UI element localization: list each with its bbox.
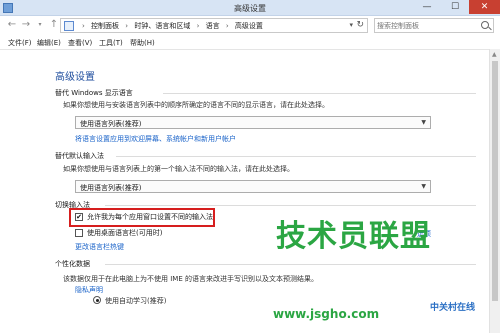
breadcrumb: › 控制面板 › 时钟、语言和区域 › 语言 › 高级设置 [78,21,263,31]
title-bar: 高级设置 — ☐ ✕ [0,0,500,16]
apply-language-settings-link[interactable]: 将语言设置应用到欢迎屏幕、系统帐户和新用户帐户 [75,134,236,144]
address-dropdown-icon[interactable]: ▾ [349,21,353,29]
forward-arrow-icon[interactable]: → [20,19,32,31]
watermark-url: www.jsgho.com [273,307,380,321]
address-bar[interactable]: › 控制面板 › 时钟、语言和区域 › 语言 › 高级设置 ▾ ↻ [60,18,368,33]
close-button[interactable]: ✕ [469,0,500,14]
section-header-input-method: 替代默认输入法 [55,152,104,160]
breadcrumb-separator: › [196,22,200,30]
menu-help[interactable]: 帮助(H) [130,38,155,48]
auto-learn-label[interactable]: 使用自动学习(推荐) [105,296,166,306]
chevron-down-icon: ▼ [421,119,426,126]
display-language-selected-value: 使用语言列表(推荐) [80,120,142,128]
desktop-language-bar-label[interactable]: 使用桌面语言栏(可用时) [87,228,162,238]
scroll-up-arrow-icon[interactable]: ▲ [492,51,497,58]
section-header-display-language: 替代 Windows 显示语言 [55,89,133,97]
breadcrumb-item[interactable]: 高级设置 [235,22,263,30]
display-language-select[interactable]: 使用语言列表(推荐) ▼ [75,116,431,129]
minimize-button[interactable]: — [413,0,441,14]
desktop-language-bar-checkbox[interactable] [75,229,83,237]
per-app-input-method-label[interactable]: 允许我为每个应用窗口设置不同的输入法 [87,212,213,222]
breadcrumb-item[interactable]: 时钟、语言和区域 [134,22,190,30]
chevron-down-icon: ▼ [421,183,426,190]
section-header-personalization: 个性化数据 [55,260,90,268]
scrollbar-thumb[interactable] [492,61,498,301]
back-arrow-icon[interactable]: ← [6,19,18,31]
input-method-select[interactable]: 使用语言列表(推荐) ▼ [75,180,431,193]
menu-edit[interactable]: 编辑(E) [37,38,61,48]
per-app-input-method-checkbox[interactable]: ✔ [75,213,83,221]
recent-locations-chevron-icon[interactable]: ▾ [34,19,46,31]
section-divider [116,156,476,157]
control-panel-icon [64,21,74,31]
personalization-description: 该数据仅用于在此电脑上为不使用 IME 的语言来改进手写识别以及文本预测结果。 [63,275,318,283]
breadcrumb-separator: › [125,22,129,30]
section-divider [105,264,476,265]
display-language-description: 如果你想使用与安装语言列表中的顺序所确定的语言不同的显示语言，请在此处选择。 [63,101,329,109]
input-method-selected-value: 使用语言列表(推荐) [80,184,142,192]
auto-learn-radio[interactable] [93,296,101,304]
privacy-statement-link[interactable]: 隐私声明 [75,285,103,295]
maximize-button[interactable]: ☐ [441,0,469,14]
section-divider [163,93,476,94]
breadcrumb-item[interactable]: 控制面板 [91,22,119,30]
search-box[interactable] [374,18,494,33]
menu-view[interactable]: 查看(V) [68,38,92,48]
menu-tools[interactable]: 工具(T) [99,38,123,48]
page-title: 高级设置 [55,72,95,83]
breadcrumb-item[interactable]: 语言 [206,22,220,30]
change-language-bar-hotkeys-link[interactable]: 更改语言栏热键 [75,242,124,252]
section-divider [105,205,476,206]
input-method-description: 如果你想使用与语言列表上的第一个输入法不同的输入法，请在此处选择。 [63,165,294,173]
menu-file[interactable]: 文件(F) [8,38,32,48]
menu-bar: 文件(F) 编辑(E) 查看(V) 工具(T) 帮助(H) [0,36,500,49]
breadcrumb-separator: › [82,22,85,30]
watermark-secondary-logo: 中关村在线 [430,303,476,313]
settings-content: 高级设置 替代 Windows 显示语言 如果你想使用与安装语言列表中的顺序所确… [0,49,489,333]
up-arrow-icon[interactable]: ↑ [48,19,60,31]
refresh-icon[interactable]: ↻ [356,20,364,30]
search-icon[interactable] [481,21,489,29]
search-input[interactable] [377,20,477,31]
breadcrumb-separator: › [225,22,229,30]
vertical-scrollbar[interactable]: ▲ [489,49,500,333]
address-row: ← → ▾ ↑ › 控制面板 › 时钟、语言和区域 › 语言 › 高级设置 ▾ … [0,16,500,36]
watermark-logo-text: 技术员联盟 [276,219,431,254]
